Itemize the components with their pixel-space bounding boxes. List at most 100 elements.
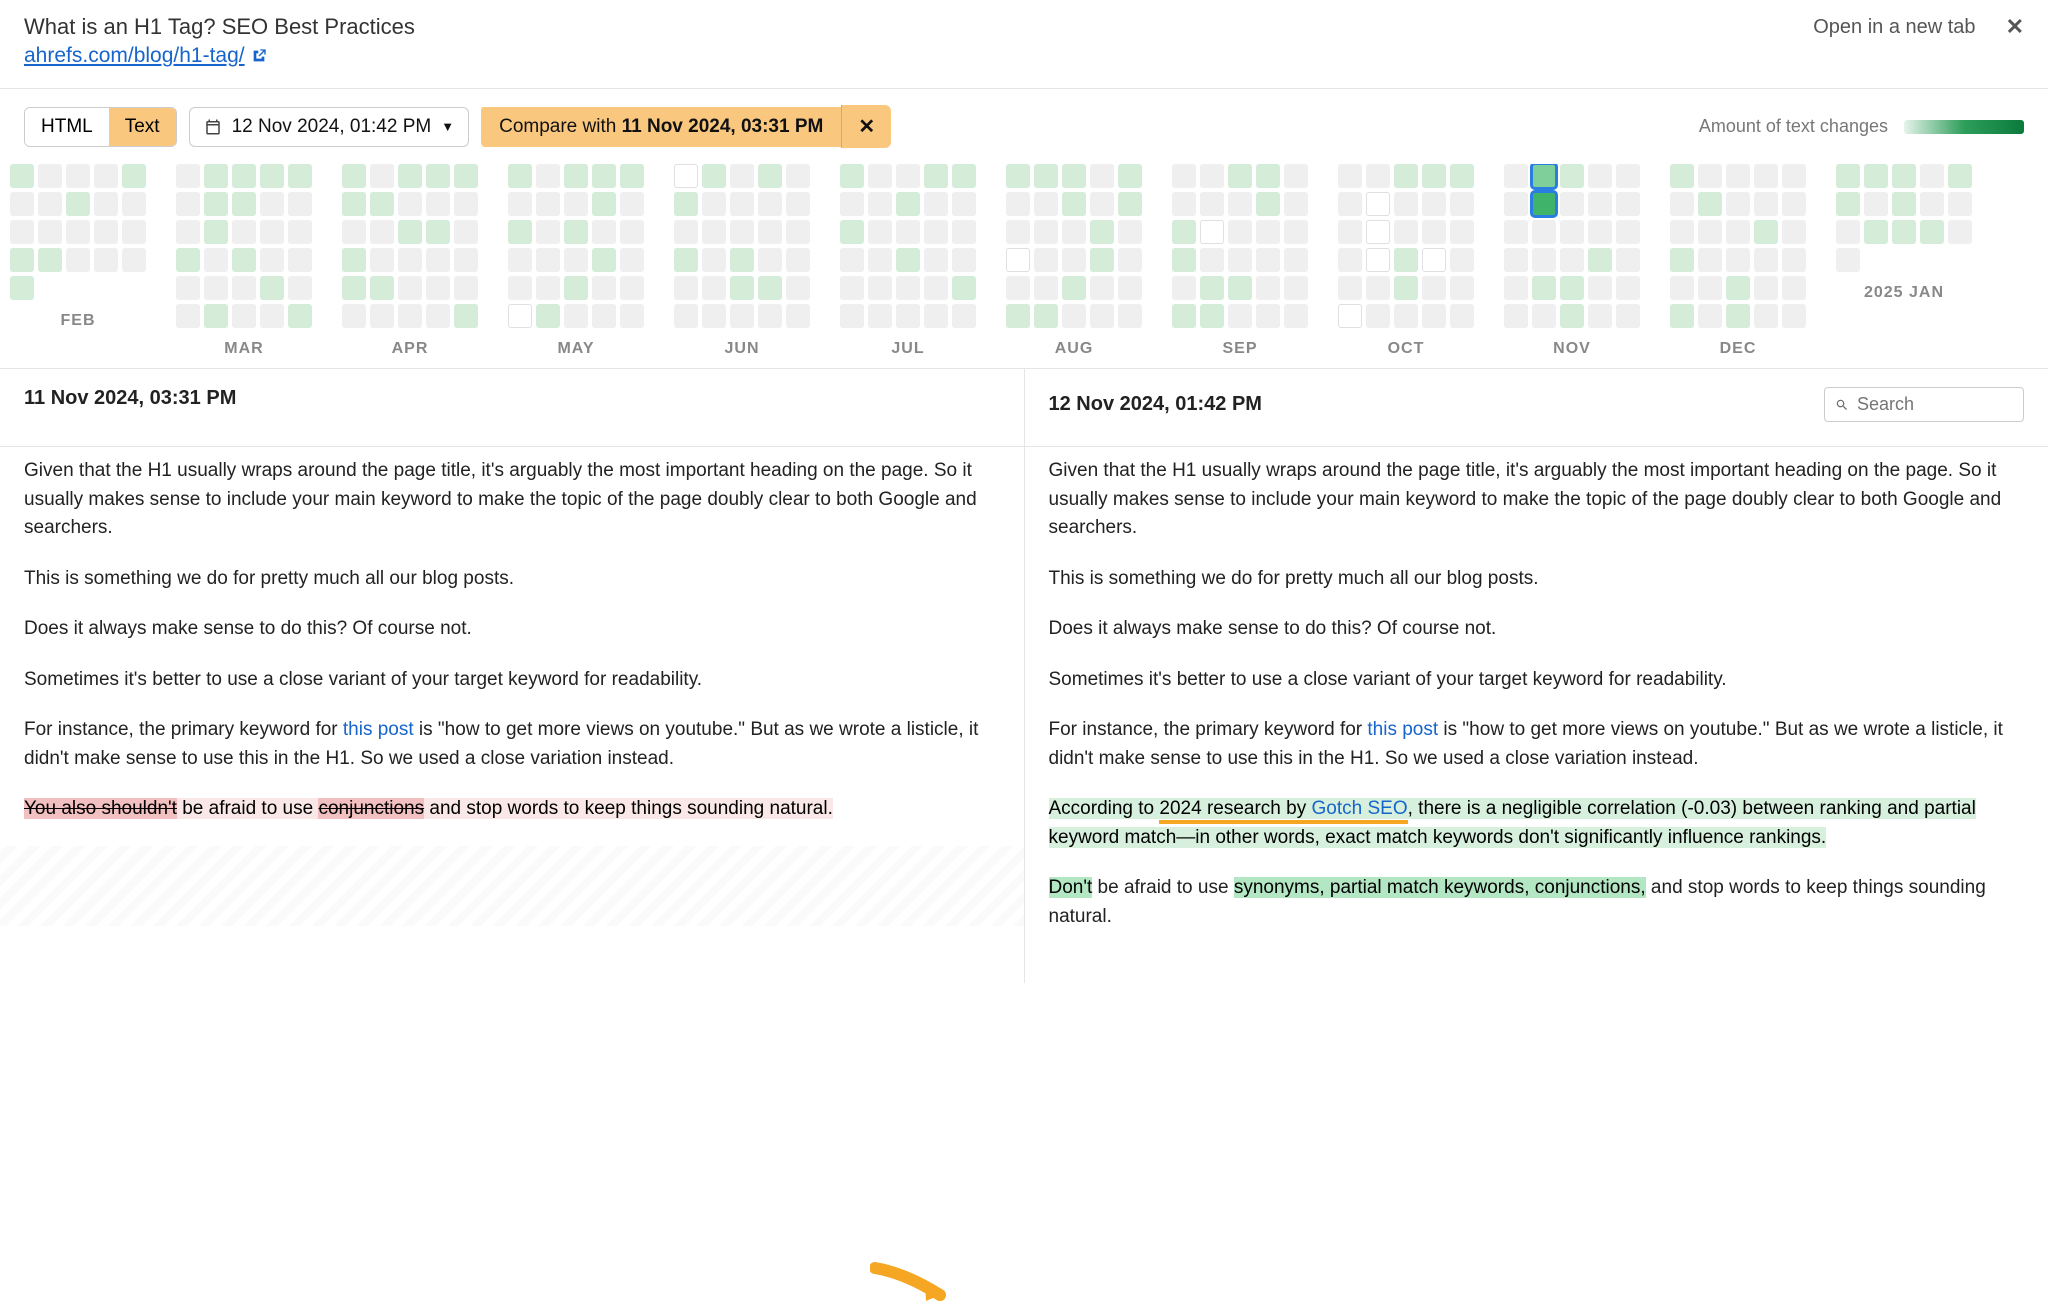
- calendar-day-cell[interactable]: [176, 192, 200, 216]
- calendar-day-cell[interactable]: [536, 192, 560, 216]
- calendar-day-cell[interactable]: [342, 304, 366, 328]
- calendar-day-cell[interactable]: [1504, 220, 1528, 244]
- calendar-day-cell[interactable]: [1726, 248, 1750, 272]
- calendar-day-cell[interactable]: [1256, 164, 1280, 188]
- calendar-day-cell[interactable]: [840, 192, 864, 216]
- calendar-day-cell[interactable]: [1256, 276, 1280, 300]
- calendar-day-cell[interactable]: [1090, 220, 1114, 244]
- calendar-day-cell[interactable]: [66, 220, 90, 244]
- calendar-day-cell[interactable]: [370, 304, 394, 328]
- calendar-day-cell[interactable]: [1228, 304, 1252, 328]
- calendar-day-cell[interactable]: [1118, 192, 1142, 216]
- calendar-day-cell[interactable]: [1726, 220, 1750, 244]
- calendar-day-cell[interactable]: [1200, 248, 1224, 272]
- calendar-day-cell[interactable]: [924, 164, 948, 188]
- calendar-day-cell[interactable]: [1782, 220, 1806, 244]
- calendar-day-cell[interactable]: [1394, 248, 1418, 272]
- calendar-day-cell[interactable]: [1394, 192, 1418, 216]
- calendar-day-cell[interactable]: [1200, 304, 1224, 328]
- calendar-day-cell[interactable]: [1228, 276, 1252, 300]
- calendar-day-cell[interactable]: [1670, 304, 1694, 328]
- calendar-day-cell[interactable]: [620, 220, 644, 244]
- calendar-day-cell[interactable]: [1698, 220, 1722, 244]
- calendar-day-cell[interactable]: [564, 276, 588, 300]
- calendar-day-cell[interactable]: [10, 220, 34, 244]
- calendar-day-cell[interactable]: [1284, 276, 1308, 300]
- calendar-day-cell[interactable]: [1588, 192, 1612, 216]
- this-post-link-left[interactable]: this post: [343, 719, 414, 740]
- calendar-day-cell[interactable]: [1864, 192, 1888, 216]
- calendar-day-cell[interactable]: [1090, 192, 1114, 216]
- calendar-day-cell[interactable]: [426, 192, 450, 216]
- calendar-day-cell[interactable]: [620, 192, 644, 216]
- calendar-day-cell[interactable]: [564, 304, 588, 328]
- calendar-day-cell[interactable]: [592, 164, 616, 188]
- html-mode-button[interactable]: HTML: [25, 108, 109, 146]
- calendar-day-cell[interactable]: [1366, 276, 1390, 300]
- calendar-day-cell[interactable]: [674, 164, 698, 188]
- calendar-day-cell[interactable]: [1338, 220, 1362, 244]
- calendar-day-cell[interactable]: [592, 220, 616, 244]
- search-box[interactable]: [1824, 387, 2024, 422]
- calendar-day-cell[interactable]: [38, 248, 62, 272]
- calendar-timeline[interactable]: FEBMARAPRMAYJUNJULAUGSEPOCTNOVDEC2025 JA…: [0, 164, 2048, 368]
- calendar-day-cell[interactable]: [674, 276, 698, 300]
- calendar-day-cell[interactable]: [94, 192, 118, 216]
- calendar-day-cell[interactable]: [1670, 276, 1694, 300]
- calendar-day-cell[interactable]: [38, 164, 62, 188]
- calendar-day-cell[interactable]: [702, 276, 726, 300]
- calendar-day-cell[interactable]: [1892, 192, 1916, 216]
- calendar-day-cell[interactable]: [1450, 164, 1474, 188]
- calendar-day-cell[interactable]: [1588, 164, 1612, 188]
- calendar-day-cell[interactable]: [674, 304, 698, 328]
- calendar-day-cell[interactable]: [288, 192, 312, 216]
- calendar-day-cell[interactable]: [122, 192, 146, 216]
- calendar-day-cell[interactable]: [66, 192, 90, 216]
- calendar-day-cell[interactable]: [508, 192, 532, 216]
- calendar-day-cell[interactable]: [204, 304, 228, 328]
- calendar-day-cell[interactable]: [674, 248, 698, 272]
- calendar-day-cell[interactable]: [564, 192, 588, 216]
- calendar-day-cell[interactable]: [1616, 220, 1640, 244]
- calendar-day-cell[interactable]: [1670, 164, 1694, 188]
- calendar-day-cell[interactable]: [1422, 248, 1446, 272]
- calendar-day-cell[interactable]: [1422, 164, 1446, 188]
- calendar-day-cell[interactable]: [232, 304, 256, 328]
- calendar-day-cell[interactable]: [1532, 248, 1556, 272]
- calendar-day-cell[interactable]: [342, 164, 366, 188]
- calendar-day-cell[interactable]: [1062, 164, 1086, 188]
- calendar-day-cell[interactable]: [398, 164, 422, 188]
- calendar-day-cell[interactable]: [786, 220, 810, 244]
- calendar-day-cell[interactable]: [426, 164, 450, 188]
- calendar-day-cell[interactable]: [1754, 304, 1778, 328]
- calendar-day-cell[interactable]: [398, 276, 422, 300]
- calendar-day-cell[interactable]: [1200, 192, 1224, 216]
- calendar-day-cell[interactable]: [454, 304, 478, 328]
- calendar-day-cell[interactable]: [1948, 220, 1972, 244]
- calendar-day-cell[interactable]: [1726, 276, 1750, 300]
- calendar-day-cell[interactable]: [758, 248, 782, 272]
- calendar-day-cell[interactable]: [1090, 276, 1114, 300]
- calendar-day-cell[interactable]: [1172, 164, 1196, 188]
- calendar-day-cell[interactable]: [1450, 304, 1474, 328]
- calendar-day-cell[interactable]: [620, 164, 644, 188]
- calendar-day-cell[interactable]: [260, 164, 284, 188]
- calendar-day-cell[interactable]: [868, 248, 892, 272]
- calendar-day-cell[interactable]: [1228, 248, 1252, 272]
- calendar-day-cell[interactable]: [38, 220, 62, 244]
- calendar-day-cell[interactable]: [1698, 164, 1722, 188]
- calendar-day-cell[interactable]: [1698, 276, 1722, 300]
- calendar-day-cell[interactable]: [536, 276, 560, 300]
- calendar-day-cell[interactable]: [398, 248, 422, 272]
- calendar-day-cell[interactable]: [1394, 164, 1418, 188]
- calendar-day-cell[interactable]: [398, 220, 422, 244]
- calendar-day-cell[interactable]: [1670, 220, 1694, 244]
- calendar-day-cell[interactable]: [94, 220, 118, 244]
- calendar-day-cell[interactable]: [868, 192, 892, 216]
- calendar-day-cell[interactable]: [1670, 248, 1694, 272]
- calendar-day-cell[interactable]: [260, 220, 284, 244]
- calendar-day-cell[interactable]: [1366, 164, 1390, 188]
- page-url-link[interactable]: ahrefs.com/blog/h1-tag/: [24, 44, 415, 68]
- calendar-day-cell[interactable]: [1422, 304, 1446, 328]
- calendar-day-cell[interactable]: [1062, 248, 1086, 272]
